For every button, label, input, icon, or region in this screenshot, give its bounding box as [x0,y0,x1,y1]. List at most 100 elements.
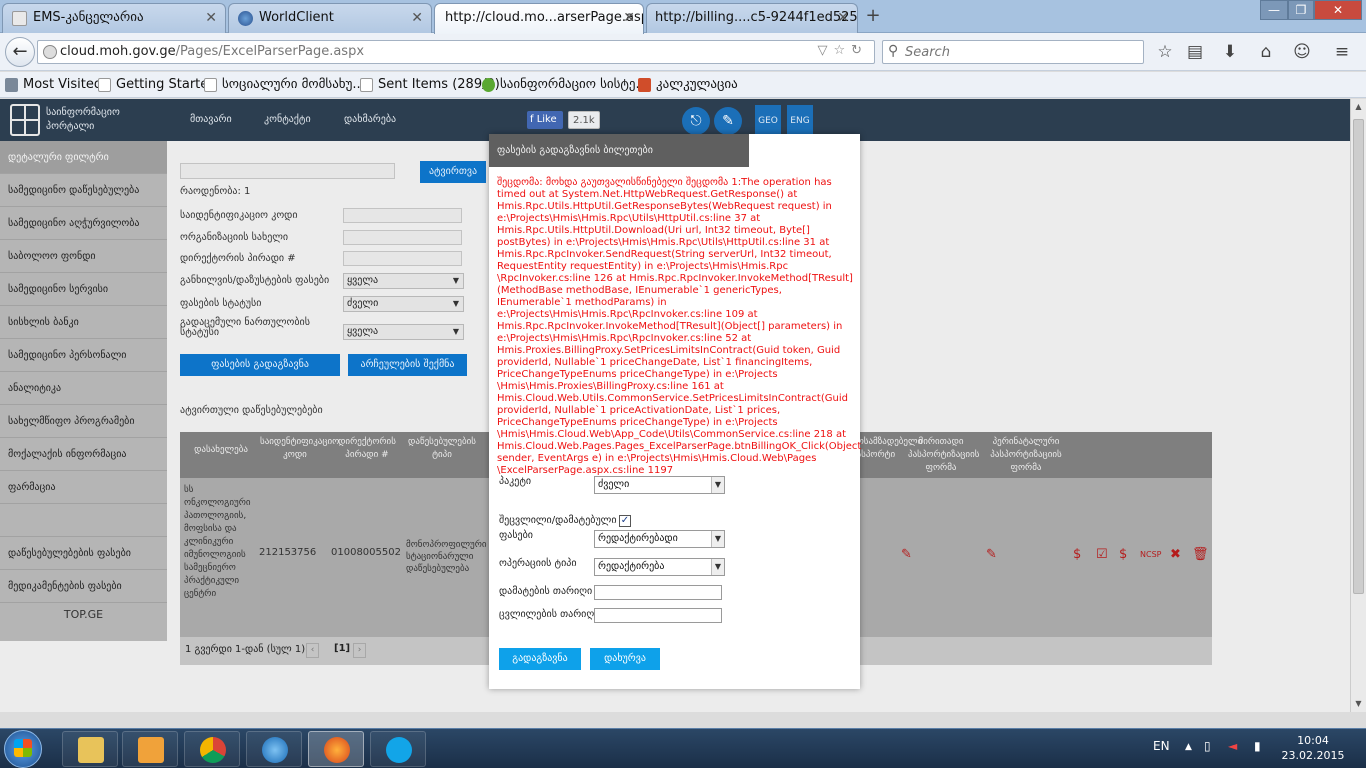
col-director-id[interactable]: დირექტორის პირადი # [332,436,402,462]
review-prices-select[interactable]: ყველა [343,273,464,289]
pager-next-button[interactable]: › [353,643,366,658]
scroll-thumb[interactable] [1353,119,1364,594]
menu-contact[interactable]: კონტაქტი [264,114,311,125]
changed-date-input[interactable] [594,608,722,623]
tab-billing[interactable]: http://billing....c5-9244f1ed525a ✕ [646,3,858,33]
refresh-icon[interactable]: ↻ [851,43,868,58]
logout-icon[interactable]: ⎋ [682,107,710,135]
checklist-icon[interactable]: ☑ [1096,547,1108,562]
sidebar-item-citizen-info[interactable]: მოქალაქის ინფორმაცია [0,438,167,471]
input-language[interactable]: EN [1153,739,1170,753]
added-date-input[interactable] [594,585,722,600]
pager-current-page[interactable]: [1] [334,643,350,654]
volume-muted-icon[interactable]: ◄ [1228,739,1237,753]
sidebar-item-final-fund[interactable]: საბოლოო ფონდი [0,240,167,273]
bookmark-sent-items[interactable]: Sent Items (289/0) [360,77,500,92]
system-clock[interactable]: 10:04 23.02.2015 [1280,733,1346,763]
sidebar-item-blood-bank[interactable]: სისხლის ბანკი [0,306,167,339]
sidebar-item-pharmacy[interactable]: ფარმაცია [0,471,167,504]
send-button[interactable]: გადაგზავნა [499,648,581,670]
close-icon[interactable]: ✕ [411,4,423,32]
facebook-like-button[interactable]: f Like [527,111,563,129]
price-status-select[interactable]: ძველი [343,296,464,312]
price-icon[interactable]: $ [1119,547,1127,562]
wrench-icon[interactable]: ✎ [714,107,742,135]
pencil-icon[interactable]: ✎ [901,547,912,562]
bookmark-calculation[interactable]: კალკულაცია [638,77,738,92]
col-id-code[interactable]: საიდენტიფიკაციო კოდი [260,436,339,462]
tab-ems[interactable]: EMS-კანცელარია ✕ [2,3,226,33]
top-ge-counter[interactable]: TOP.GE [0,603,167,627]
send-prices-button[interactable]: ფასების გადაგზავნა [180,354,340,376]
ncsp-icon[interactable]: NCSP [1140,550,1161,559]
bookmarks-list-icon[interactable]: ▤ [1185,42,1205,62]
sidebar-item-state-programs[interactable]: სახელმწიფო პროგრამები [0,405,167,438]
transfer-status-select[interactable]: ყველა [343,324,464,340]
close-window-button[interactable]: ✕ [1314,0,1362,20]
director-id-input[interactable] [343,251,462,266]
pencil-icon[interactable]: ✎ [986,547,997,562]
col-perinatal-passport-form[interactable]: პერინატალური პასპორტიზაციის ფორმა [984,436,1068,475]
star-outline-icon[interactable]: ☆ [833,43,851,58]
sidebar-item-medical-service[interactable]: სამედიცინო სერვისი [0,273,167,306]
address-bar[interactable]: cloud.moh.gov.ge/Pages/ExcelParserPage.a… [37,40,875,64]
sidebar-item-medicine-prices[interactable]: მედიკამენტების ფასები [0,570,167,603]
col-main-passport-form[interactable]: მირითადი პასპორტიზაციის ფორმა [908,436,979,475]
sidebar-item-institution-prices[interactable]: დაწესებულებების ფასები [0,537,167,570]
tab-worldclient[interactable]: WorldClient ✕ [228,3,432,33]
close-icon[interactable]: ✕ [623,4,635,32]
upload-button[interactable]: ატვირთვა [420,161,486,183]
chrome-app[interactable] [184,731,240,767]
bookmark-social[interactable]: სოციალური მომსახუ... [204,77,365,92]
download-icon[interactable]: ⬇ [1220,42,1240,62]
changed-added-checkbox[interactable]: ✓ [619,515,631,527]
smiley-icon[interactable]: ☺ [1292,42,1312,62]
sidebar-item-medical-equipment[interactable]: სამედიცინო აღჭურვილობა [0,207,167,240]
lang-eng-button[interactable]: ENG [787,105,813,137]
sidebar-item-detailed-filter[interactable]: დეტალური ფილტრი [0,141,167,174]
packet-select[interactable]: ძველი ▼ [594,476,725,494]
bookmark-getting-started[interactable]: Getting Started [98,77,217,92]
search-input[interactable] [905,43,1135,61]
create-selection-button[interactable]: არჩეულების შექმნა [348,354,467,376]
power-icon[interactable]: ▮ [1254,739,1261,753]
org-name-input[interactable] [343,230,462,245]
id-code-input[interactable] [343,208,462,223]
ie-app[interactable] [246,731,302,767]
logo-icon[interactable] [10,104,40,136]
firefox-app[interactable] [308,731,364,767]
lang-geo-button[interactable]: GEO [755,105,781,137]
trash-icon[interactable]: 🗑 [1192,547,1209,562]
page-scrollbar[interactable]: ▲ ▼ [1350,99,1366,712]
price-edit-icon[interactable]: $ [1073,547,1081,562]
pager-prev-button[interactable]: ‹ [306,643,319,658]
operation-type-select[interactable]: რედაქტირება ▼ [594,558,725,576]
menu-icon[interactable]: ≡ [1332,42,1352,62]
explorer-app[interactable] [62,731,118,767]
media-player-app[interactable] [122,731,178,767]
upload-file-input[interactable] [180,163,395,179]
home-icon[interactable]: ⌂ [1256,42,1276,62]
col-name[interactable]: დასახელება [186,444,256,457]
skype-app[interactable] [370,731,426,767]
close-icon[interactable]: ✕ [205,4,217,32]
search-box[interactable]: ⚲ [882,40,1144,64]
network-icon[interactable]: ▯ [1204,739,1211,753]
bookmark-most-visited[interactable]: Most Visited [5,77,102,92]
new-tab-button[interactable]: + [862,6,884,28]
start-button[interactable] [4,730,42,768]
close-icon[interactable]: ✕ [837,4,849,32]
scroll-down-icon[interactable]: ▼ [1351,696,1366,712]
show-hidden-icons[interactable]: ▲ [1185,742,1192,752]
scroll-up-icon[interactable]: ▲ [1351,99,1366,115]
tab-excelparser[interactable]: http://cloud.mo...arserPage.aspx ✕ [434,3,644,34]
dropdown-icon[interactable]: ▽ [817,43,833,58]
delete-row-icon[interactable]: ✖ [1170,547,1181,562]
bookmark-star-icon[interactable]: ☆ [1155,42,1175,62]
url-actions[interactable]: ▽☆↻ [817,43,868,58]
close-button[interactable]: დახურვა [590,648,660,670]
menu-help[interactable]: დახმარება [344,114,396,125]
sidebar-item-medical-staff[interactable]: სამედიცინო პერსონალი [0,339,167,372]
prices-select[interactable]: რედაქტირებადი ▼ [594,530,725,548]
minimize-button[interactable]: — [1260,0,1288,20]
